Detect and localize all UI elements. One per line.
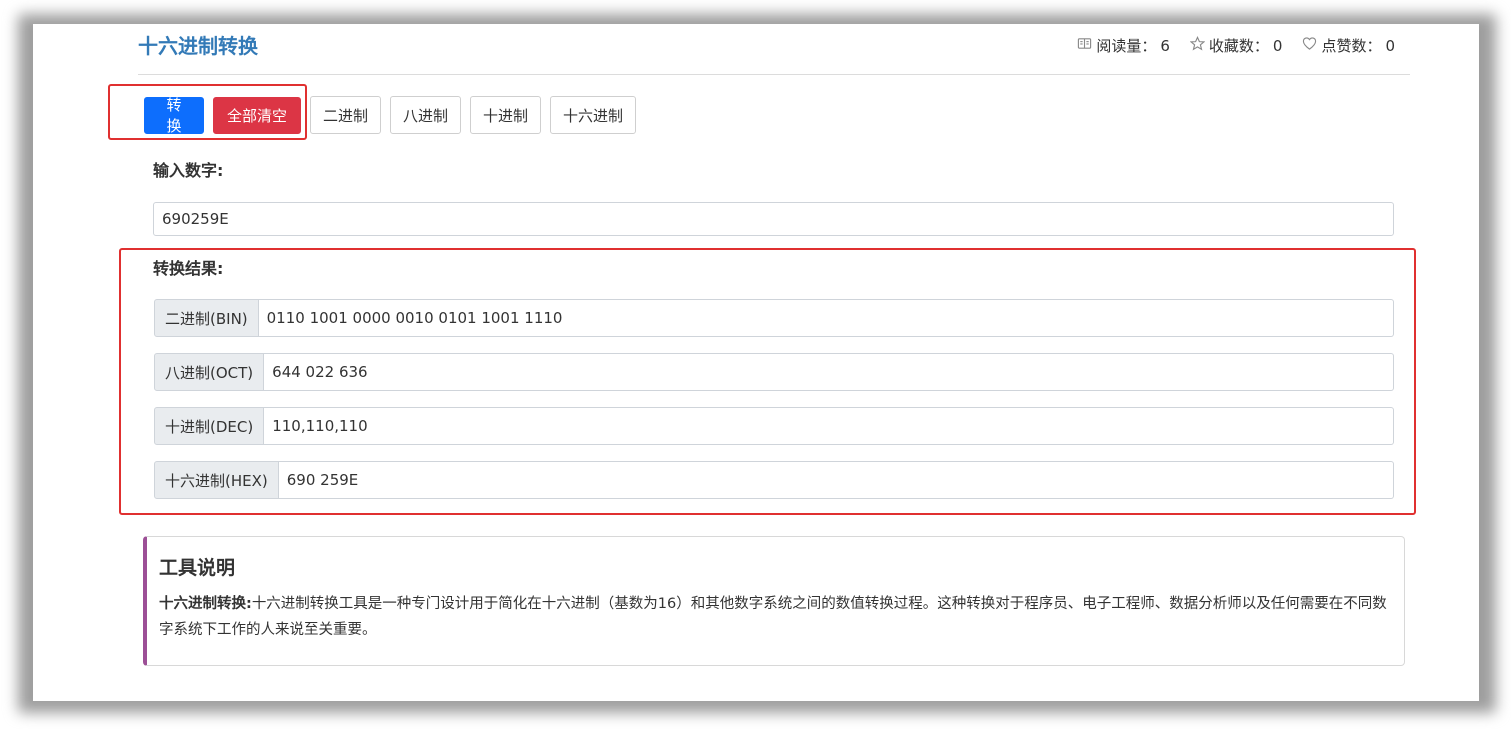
book-icon [1077,36,1092,56]
stat-views: 阅读量： 6 [1077,36,1170,56]
stat-favorites-label: 收藏数： [1208,37,1269,55]
tool-card: 十六进制转换 阅读量： 6 收藏数： 0 点赞数： 0 转 换 全部清空 二进制… [33,24,1479,701]
stat-views-value: 6 [1160,37,1170,55]
stat-likes-label: 点赞数： [1321,37,1382,55]
heart-icon[interactable] [1302,36,1317,56]
tool-description-lead: 十六进制转换: [159,596,252,612]
page-title: 十六进制转换 [138,34,258,58]
result-addon-dec: 十进制(DEC) [154,407,265,445]
result-row-hex: 十六进制(HEX) [154,461,1394,499]
toolbar: 转 换 全部清空 二进制 八进制 十进制 十六进制 [144,96,637,135]
tool-description-text: 十六进制转换:十六进制转换工具是一种专门设计用于简化在十六进制（基数为16）和其… [159,591,1392,643]
result-field-dec[interactable] [264,407,1394,445]
stat-favorites[interactable]: 收藏数： 0 [1189,36,1283,56]
convert-button[interactable]: 转 换 [144,96,204,135]
result-row-dec: 十进制(DEC) [154,407,1394,445]
results-label: 转换结果: [153,259,224,278]
number-input[interactable] [153,202,1394,236]
header-divider [138,74,1410,75]
stat-favorites-value: 0 [1272,37,1283,55]
result-row-bin: 二进制(BIN) [154,299,1394,337]
tool-description-box: 工具说明 十六进制转换:十六进制转换工具是一种专门设计用于简化在十六进制（基数为… [143,536,1405,666]
binary-button[interactable]: 二进制 [310,96,382,134]
clear-all-button[interactable]: 全部清空 [213,96,301,134]
stat-views-label: 阅读量： [1096,37,1157,55]
stat-likes-value: 0 [1385,37,1395,55]
result-field-oct[interactable] [264,353,1394,391]
tool-description-body: 十六进制转换工具是一种专门设计用于简化在十六进制（基数为16）和其他数字系统之间… [159,596,1387,638]
result-field-bin[interactable] [258,299,1394,337]
result-addon-oct: 八进制(OCT) [154,353,265,391]
result-addon-bin: 二进制(BIN) [154,299,259,337]
input-label: 输入数字: [153,161,224,180]
result-addon-hex: 十六进制(HEX) [154,461,279,499]
stats-bar: 阅读量： 6 收藏数： 0 点赞数： 0 [1077,36,1395,56]
hex-button[interactable]: 十六进制 [550,96,637,134]
result-field-hex[interactable] [278,461,1394,499]
result-row-oct: 八进制(OCT) [154,353,1394,391]
decimal-button[interactable]: 十进制 [470,96,542,134]
star-icon[interactable] [1189,36,1206,56]
tool-description-title: 工具说明 [159,557,236,579]
octal-button[interactable]: 八进制 [390,96,462,134]
stat-likes[interactable]: 点赞数： 0 [1302,36,1395,56]
